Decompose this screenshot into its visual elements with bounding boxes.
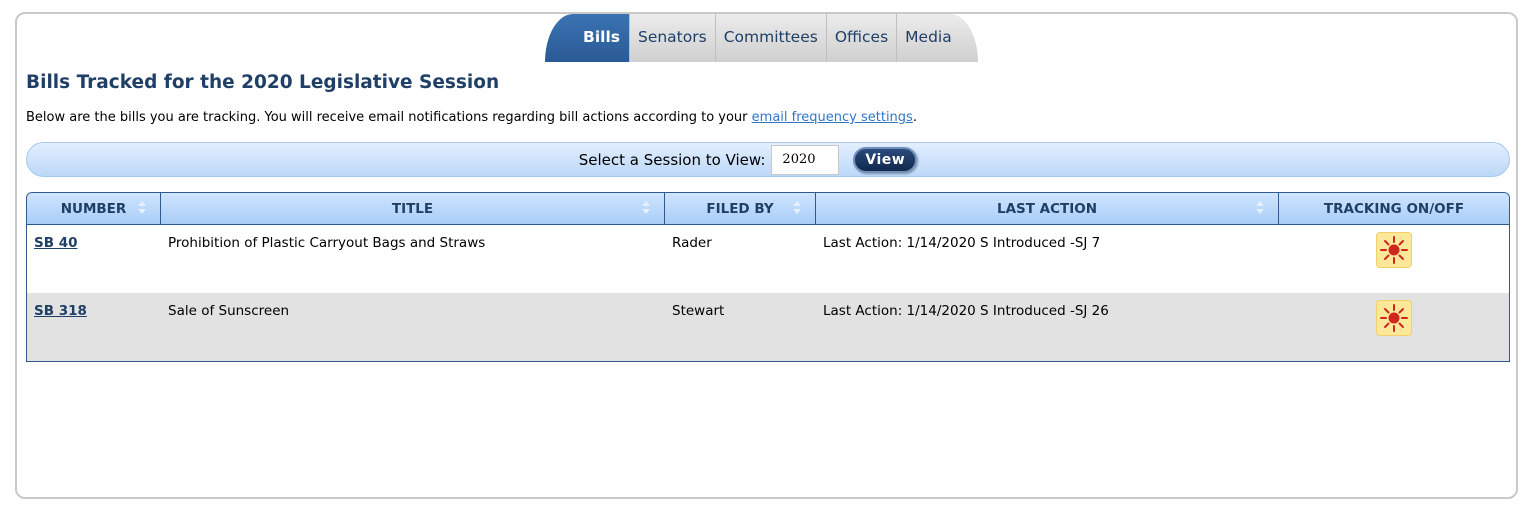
- tracking-cell: [1279, 225, 1509, 293]
- sun-icon[interactable]: [1376, 232, 1412, 268]
- sort-icon[interactable]: [642, 201, 650, 215]
- tracked-bills-table: NUMBER TITLE FILED BY LAST ACTION TRACKI…: [26, 192, 1510, 362]
- column-label: FILED BY: [706, 200, 774, 217]
- tab-bills[interactable]: Bills: [545, 14, 630, 62]
- intro-text: Below are the bills you are tracking. Yo…: [26, 110, 917, 125]
- column-header-last-action[interactable]: LAST ACTION: [816, 193, 1279, 225]
- column-label: LAST ACTION: [996, 200, 1098, 217]
- email-frequency-settings-link[interactable]: email frequency settings: [752, 110, 913, 125]
- bill-last-action-cell: Last Action: 1/14/2020 S Introduced -SJ …: [816, 225, 1279, 293]
- sun-icon[interactable]: [1376, 300, 1412, 336]
- tracking-cell: [1279, 293, 1509, 361]
- bill-title-cell: Sale of Sunscreen: [161, 293, 665, 361]
- bill-number-cell: SB 40: [27, 225, 161, 293]
- column-header-title[interactable]: TITLE: [161, 193, 665, 225]
- table-header-row: NUMBER TITLE FILED BY LAST ACTION TRACKI…: [27, 193, 1509, 225]
- tab-committees[interactable]: Committees: [715, 14, 827, 62]
- table-row: SB 40 Prohibition of Plastic Carryout Ba…: [27, 225, 1509, 293]
- bill-title-cell: Prohibition of Plastic Carryout Bags and…: [161, 225, 665, 293]
- session-year-input[interactable]: [771, 144, 840, 175]
- sort-icon[interactable]: [793, 201, 801, 215]
- column-label: TRACKING ON/OFF: [1323, 200, 1465, 217]
- page-title: Bills Tracked for the 2020 Legislative S…: [26, 72, 500, 93]
- main-nav-tabs: Bills Senators Committees Offices Media: [545, 14, 978, 62]
- session-selector-bar: Select a Session to View: View: [26, 142, 1510, 177]
- column-label: NUMBER: [60, 200, 127, 217]
- tab-media[interactable]: Media: [897, 14, 978, 62]
- column-header-tracking: TRACKING ON/OFF: [1279, 193, 1509, 225]
- column-header-number[interactable]: NUMBER: [27, 193, 161, 225]
- sort-icon[interactable]: [138, 201, 146, 215]
- bill-number-link[interactable]: SB 40: [34, 235, 78, 251]
- column-header-filed-by[interactable]: FILED BY: [665, 193, 816, 225]
- view-button[interactable]: View: [853, 146, 918, 173]
- column-label: TITLE: [391, 200, 434, 217]
- table-row: SB 318 Sale of Sunscreen Stewart Last Ac…: [27, 293, 1509, 361]
- bill-filed-by-cell: Stewart: [665, 293, 816, 361]
- intro-prefix: Below are the bills you are tracking. Yo…: [26, 110, 752, 125]
- bill-filed-by-cell: Rader: [665, 225, 816, 293]
- bill-last-action-cell: Last Action: 1/14/2020 S Introduced -SJ …: [816, 293, 1279, 361]
- session-label: Select a Session to View:: [578, 150, 766, 169]
- tab-offices[interactable]: Offices: [826, 14, 898, 62]
- intro-suffix: .: [912, 110, 917, 125]
- bill-number-cell: SB 318: [27, 293, 161, 361]
- tab-senators[interactable]: Senators: [629, 14, 716, 62]
- sort-icon[interactable]: [1256, 201, 1264, 215]
- bill-number-link[interactable]: SB 318: [34, 303, 87, 319]
